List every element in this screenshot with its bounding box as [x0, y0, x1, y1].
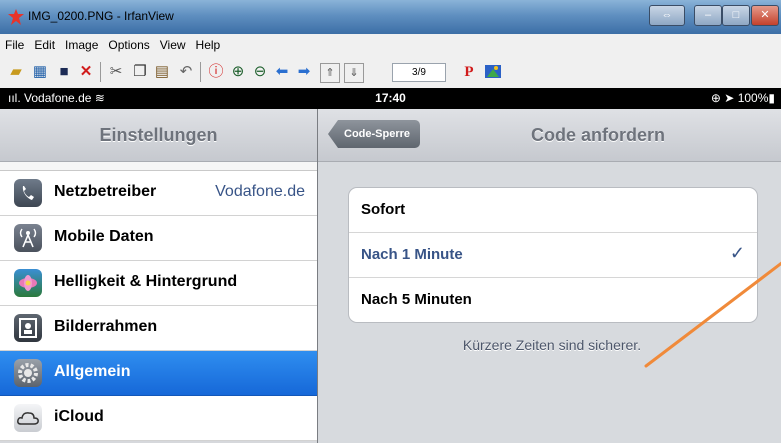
- annotation-arrow-line: [644, 261, 781, 368]
